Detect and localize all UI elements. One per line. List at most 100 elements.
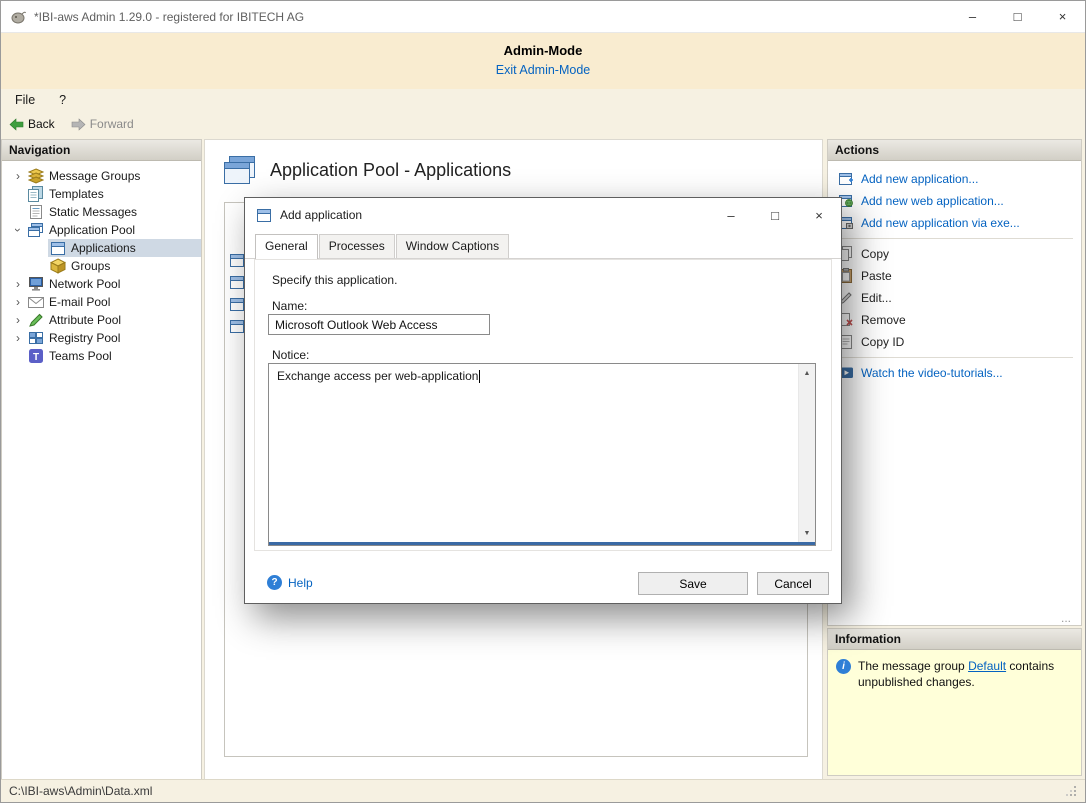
- menu-help[interactable]: ?: [49, 90, 76, 110]
- menubar: File ?: [1, 89, 1085, 111]
- chevron-right-icon[interactable]: [10, 278, 26, 290]
- list-item[interactable]: [230, 317, 244, 335]
- dialog-minimize-button[interactable]: –: [709, 198, 753, 232]
- chevron-down-icon[interactable]: [10, 224, 26, 236]
- information-message-prefix: The message group: [858, 659, 968, 673]
- sidebar-item-applications[interactable]: Applications: [2, 239, 201, 257]
- tab-window-captions[interactable]: Window Captions: [396, 234, 509, 258]
- text-cursor: [479, 370, 480, 383]
- application-item-icon: [230, 298, 244, 311]
- actions-separator: [836, 357, 1073, 358]
- list-item[interactable]: [230, 273, 244, 291]
- back-button[interactable]: Back: [1, 115, 63, 133]
- remove-action[interactable]: Remove: [828, 309, 1081, 331]
- save-button[interactable]: Save: [638, 572, 748, 595]
- paste-action[interactable]: Paste: [828, 265, 1081, 287]
- cancel-button[interactable]: Cancel: [757, 572, 829, 595]
- add-new-application-link[interactable]: Add new application...: [828, 168, 1081, 190]
- name-input[interactable]: [268, 314, 490, 335]
- sidebar-item-application-pool[interactable]: Application Pool: [2, 221, 201, 239]
- watch-video-tutorials-link[interactable]: Watch the video-tutorials...: [828, 362, 1081, 384]
- statusbar: C:\IBI-aws\Admin\Data.xml: [1, 779, 1085, 802]
- actions-header: Actions: [828, 140, 1081, 161]
- list-item[interactable]: [230, 251, 244, 269]
- tree-label: Groups: [71, 259, 110, 273]
- chevron-right-icon[interactable]: [10, 314, 26, 326]
- tree-label: Application Pool: [49, 223, 135, 237]
- application-pool-page-icon: [224, 156, 256, 184]
- dialog-general-page: Specify this application. Name: Notice: …: [254, 259, 832, 551]
- help-label: Help: [288, 576, 313, 590]
- sidebar-item-email-pool[interactable]: E-mail Pool: [2, 293, 201, 311]
- back-arrow-icon: [9, 118, 24, 131]
- action-label: Remove: [861, 313, 906, 327]
- list-item[interactable]: [230, 295, 244, 313]
- svg-text:T: T: [33, 352, 39, 363]
- forward-arrow-icon: [71, 118, 86, 131]
- minimize-button[interactable]: –: [950, 1, 995, 32]
- notice-textarea[interactable]: Exchange access per web-application ▲ ▼: [268, 363, 816, 546]
- application-item-icon: [230, 276, 244, 289]
- sidebar-item-static-messages[interactable]: Static Messages: [2, 203, 201, 221]
- copy-id-action[interactable]: Copy ID: [828, 331, 1081, 353]
- chevron-right-icon[interactable]: [10, 170, 26, 182]
- actions-separator: [836, 238, 1073, 239]
- chevron-right-icon[interactable]: [10, 296, 26, 308]
- help-link[interactable]: ? Help: [267, 575, 313, 590]
- notice-scrollbar[interactable]: ▲ ▼: [798, 364, 815, 545]
- help-icon: ?: [267, 575, 282, 590]
- message-groups-icon: [28, 168, 44, 184]
- sidebar-item-teams-pool[interactable]: T Teams Pool: [2, 347, 201, 365]
- network-pool-icon: [28, 276, 44, 292]
- edit-action[interactable]: Edit...: [828, 287, 1081, 309]
- navigation-panel: Navigation Message Groups Templates: [1, 139, 202, 781]
- copy-action[interactable]: Copy: [828, 243, 1081, 265]
- name-label: Name:: [272, 299, 307, 313]
- exit-admin-mode-link[interactable]: Exit Admin-Mode: [496, 63, 590, 77]
- close-button[interactable]: ×: [1040, 1, 1085, 32]
- email-pool-icon: [28, 294, 44, 310]
- sidebar-item-groups[interactable]: Groups: [2, 257, 201, 275]
- add-new-web-application-link[interactable]: Add new web application...: [828, 190, 1081, 212]
- action-label: Edit...: [861, 291, 892, 305]
- action-label: Copy: [861, 247, 889, 261]
- menu-file[interactable]: File: [5, 90, 45, 110]
- dialog-tabs: General Processes Window Captions: [245, 232, 841, 259]
- forward-button[interactable]: Forward: [63, 115, 142, 133]
- action-label: Add new application...: [861, 172, 978, 186]
- information-panel: Information i The message group Default …: [827, 628, 1082, 776]
- sidebar-item-registry-pool[interactable]: Registry Pool: [2, 329, 201, 347]
- tab-processes[interactable]: Processes: [319, 234, 395, 258]
- notice-value: Exchange access per web-application: [277, 369, 478, 383]
- dialog-maximize-button[interactable]: □: [753, 198, 797, 232]
- resize-grip[interactable]: [1065, 785, 1077, 797]
- groups-icon: [50, 258, 66, 274]
- add-new-application-via-exe-link[interactable]: Add new application via exe...: [828, 212, 1081, 234]
- dialog-close-button[interactable]: ×: [797, 198, 841, 232]
- action-label: Watch the video-tutorials...: [861, 366, 1003, 380]
- sidebar-item-message-groups[interactable]: Message Groups: [2, 167, 201, 185]
- info-icon: i: [836, 659, 851, 674]
- tab-general[interactable]: General: [255, 234, 318, 259]
- app-window: *IBI-aws Admin 1.29.0 - registered for I…: [0, 0, 1086, 803]
- tree-label: Applications: [71, 241, 136, 255]
- focus-underline: [269, 542, 815, 545]
- sidebar-item-templates[interactable]: Templates: [2, 185, 201, 203]
- scroll-down-icon[interactable]: ▼: [799, 525, 815, 541]
- admin-mode-banner: Admin-Mode Exit Admin-Mode: [1, 33, 1085, 89]
- toolbar: Back Forward: [1, 111, 1085, 137]
- maximize-button[interactable]: □: [995, 1, 1040, 32]
- dialog-footer: ? Help Save Cancel: [245, 551, 841, 603]
- window-controls: – □ ×: [950, 1, 1085, 32]
- default-message-group-link[interactable]: Default: [968, 659, 1006, 673]
- sidebar-item-attribute-pool[interactable]: Attribute Pool: [2, 311, 201, 329]
- chevron-right-icon[interactable]: [10, 332, 26, 344]
- admin-mode-title: Admin-Mode: [1, 33, 1085, 58]
- actions-body: Add new application... Add new web appli…: [828, 161, 1081, 625]
- tree-label: E-mail Pool: [49, 295, 110, 309]
- sidebar-item-network-pool[interactable]: Network Pool: [2, 275, 201, 293]
- scroll-up-icon[interactable]: ▲: [799, 365, 815, 381]
- page-title-row: Application Pool - Applications: [224, 156, 511, 184]
- action-label: Copy ID: [861, 335, 904, 349]
- application-item-icon: [230, 254, 244, 267]
